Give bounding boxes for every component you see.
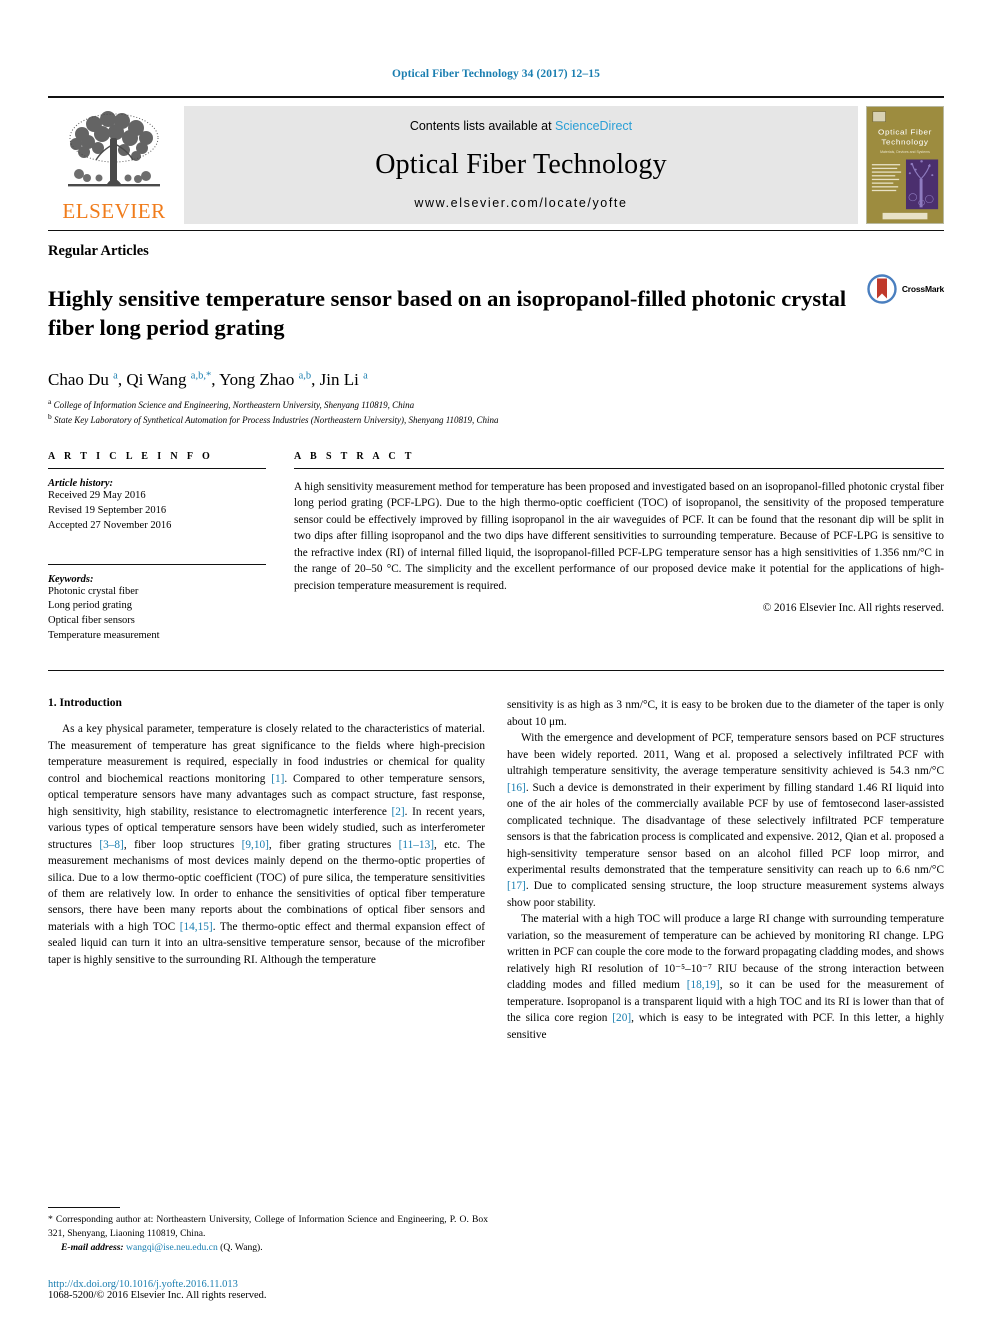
paragraph: sensitivity is as high as 3 nm/°C, it is… bbox=[507, 699, 944, 728]
author-list: Chao Du a, Qi Wang a,b,*, Yong Zhao a,b,… bbox=[48, 369, 368, 389]
sciencedirect-link[interactable]: ScienceDirect bbox=[555, 119, 632, 133]
info-abstract-region: A R T I C L E I N F O Article history: R… bbox=[48, 451, 944, 644]
running-head: Optical Fiber Technology 34 (2017) 12–15 bbox=[392, 68, 600, 80]
email-note: E-mail address: wangqi@ise.neu.edu.cn (Q… bbox=[48, 1241, 488, 1255]
svg-text:Optical Fiber: Optical Fiber bbox=[878, 128, 932, 137]
keyword-item: Temperature measurement bbox=[48, 630, 160, 642]
corresponding-author-note: * Corresponding author at: Northeastern … bbox=[48, 1214, 488, 1240]
journal-url[interactable]: www.elsevier.com/locate/yofte bbox=[414, 196, 627, 210]
doi-link[interactable]: http://dx.doi.org/10.1016/j.yofte.2016.1… bbox=[48, 1279, 508, 1290]
contents-prefix: Contents lists available at bbox=[409, 119, 556, 133]
article-info-rule bbox=[48, 467, 266, 469]
history-received: Received 29 May 2016 bbox=[48, 489, 146, 501]
email-link[interactable]: wangqi@ise.neu.edu.cn bbox=[126, 1242, 218, 1253]
affiliation-b: b State Key Laboratory of Synthetical Au… bbox=[48, 411, 499, 425]
affiliation-a-text: College of Information Science and Engin… bbox=[53, 399, 415, 410]
keyword-item: Long period grating bbox=[48, 600, 132, 612]
elsevier-wordmark: ELSEVIER bbox=[62, 199, 166, 223]
contents-available-line: Contents lists available at ScienceDirec… bbox=[410, 119, 632, 133]
body-separator-rule bbox=[48, 670, 944, 672]
section-heading-introduction: 1. Introduction bbox=[48, 697, 122, 710]
paper-page: Optical Fiber Technology 34 (2017) 12–15 bbox=[0, 0, 992, 1323]
journal-title: Optical Fiber Technology bbox=[375, 148, 667, 180]
abstract-text: A high sensitivity measurement method fo… bbox=[294, 480, 944, 592]
journal-masthead: ELSEVIER Contents lists available at Sci… bbox=[48, 96, 944, 224]
keyword-item: Photonic crystal fiber bbox=[48, 585, 139, 597]
abstract-copyright: © 2016 Elsevier Inc. All rights reserved… bbox=[762, 601, 944, 614]
email-label: E-mail address: bbox=[61, 1242, 124, 1254]
abstract-column: A B S T R A C T A high sensitivity measu… bbox=[294, 451, 944, 644]
page-title: Highly sensitive temperature sensor base… bbox=[48, 286, 847, 340]
masthead-bottom-rule bbox=[48, 230, 944, 231]
issn-copyright: 1068-5200/© 2016 Elsevier Inc. All right… bbox=[48, 1290, 267, 1301]
footnote-rule bbox=[48, 1207, 120, 1209]
history-accepted: Accepted 27 November 2016 bbox=[48, 519, 172, 531]
title-row: Highly sensitive temperature sensor base… bbox=[48, 270, 944, 358]
elsevier-logo: ELSEVIER bbox=[48, 106, 180, 224]
journal-cover-thumbnail: Optical Fiber Technology Materials, Devi… bbox=[866, 106, 944, 224]
svg-text:Materials, Devices and Systems: Materials, Devices and Systems bbox=[880, 150, 930, 154]
paragraph: With the emergence and development of PC… bbox=[507, 732, 944, 909]
elsevier-tree-icon bbox=[68, 111, 160, 187]
history-revised: Revised 19 September 2016 bbox=[48, 504, 167, 516]
keywords-block: Keywords: Photonic crystal fiber Long pe… bbox=[48, 563, 266, 645]
paragraph: The material with a high TOC will produc… bbox=[507, 913, 944, 1041]
crossmark-badge[interactable]: CrossMark bbox=[867, 274, 944, 304]
body-left-column: 1. Introduction As a key physical parame… bbox=[48, 697, 485, 1043]
article-type-kicker: Regular Articles bbox=[48, 243, 149, 259]
footnote-block: * Corresponding author at: Northeastern … bbox=[48, 1207, 488, 1255]
cover-artwork-icon: Optical Fiber Technology Materials, Devi… bbox=[867, 107, 943, 223]
crossmark-icon bbox=[867, 274, 897, 304]
keyword-item: Optical fiber sensors bbox=[48, 615, 135, 627]
crossmark-label: CrossMark bbox=[901, 284, 944, 294]
email-suffix: (Q. Wang). bbox=[220, 1242, 263, 1254]
affiliations: a College of Information Science and Eng… bbox=[48, 397, 944, 427]
footer-doi-block: http://dx.doi.org/10.1016/j.yofte.2016.1… bbox=[48, 1279, 508, 1301]
affiliation-b-text: State Key Laboratory of Synthetical Auto… bbox=[54, 414, 499, 425]
body-right-column: sensitivity is as high as 3 nm/°C, it is… bbox=[507, 697, 944, 1043]
abstract-rule bbox=[294, 467, 944, 469]
abstract-heading: A B S T R A C T bbox=[294, 450, 415, 462]
keywords-title: Keywords: bbox=[48, 573, 94, 585]
article-history-title: Article history: bbox=[48, 477, 114, 489]
paragraph: As a key physical parameter, temperature… bbox=[48, 723, 485, 966]
affiliation-a: a College of Information Science and Eng… bbox=[48, 396, 415, 410]
article-info-heading: A R T I C L E I N F O bbox=[48, 450, 214, 462]
masthead-center-panel: Contents lists available at ScienceDirec… bbox=[184, 106, 858, 224]
body-columns: 1. Introduction As a key physical parame… bbox=[48, 697, 944, 1043]
svg-text:Technology: Technology bbox=[881, 138, 928, 147]
article-info-column: A R T I C L E I N F O Article history: R… bbox=[48, 451, 294, 644]
